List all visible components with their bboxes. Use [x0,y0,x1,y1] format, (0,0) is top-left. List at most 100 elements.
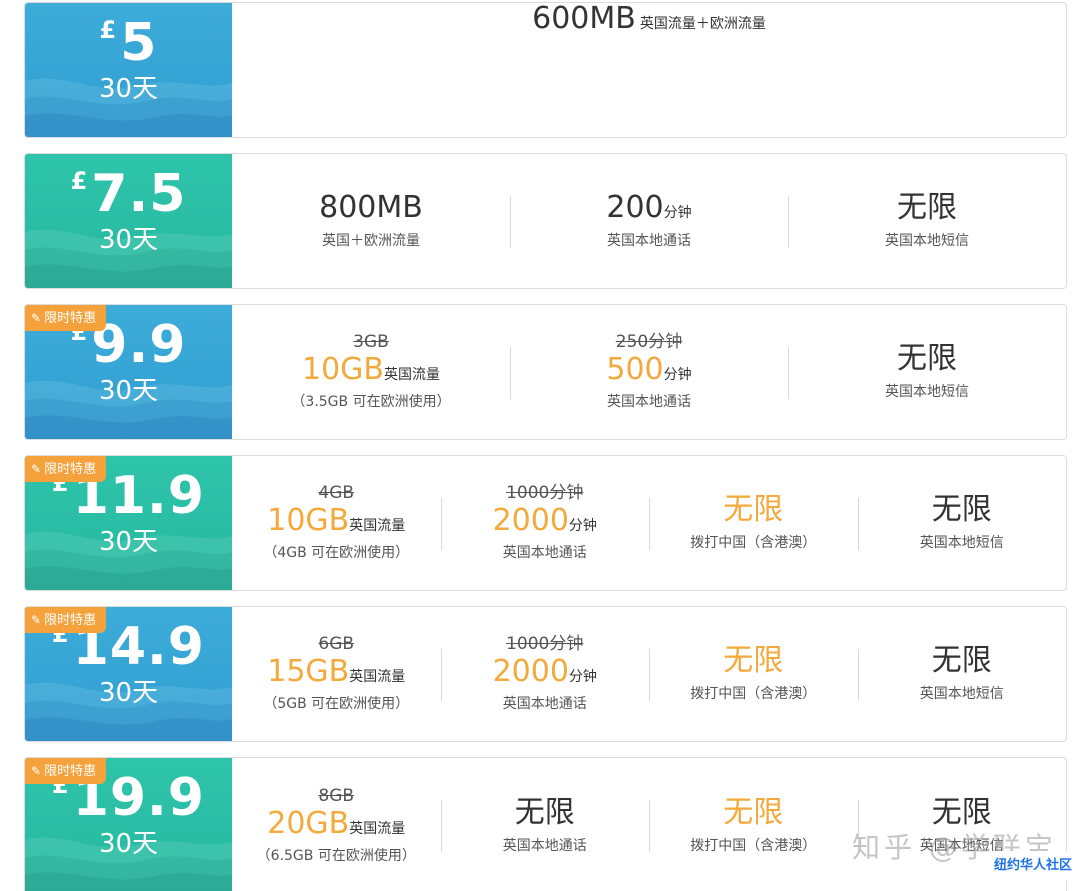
feature-unit: 分钟 [568,517,597,534]
feature-unit: 英国流量 [384,366,440,383]
feature-value: 2000 [492,653,569,689]
feature-label: 英国本地短信 [885,383,969,400]
feature-value: 无限 [514,795,575,831]
feature-value: 无限 [931,643,992,679]
plan-features: 8GB 20GB英国流量 （6.5GB 可在欧洲使用） 无限 英国本地通话 无限… [232,758,1066,891]
old-value: 4GB [318,482,355,503]
price-amount: £7.5 [70,164,187,224]
feature-value: 600MB [532,2,636,36]
feature-unit: 分钟 [568,668,597,685]
feature-value: 2000 [492,502,569,538]
feature-value: 无限 [897,190,957,226]
feature-minutes: 无限 英国本地通话 [440,758,650,891]
promo-badge: ✎ 限时特惠 [25,758,107,784]
feature-unit: 英国流量 [349,820,406,837]
feature-value: 20GB [267,805,350,841]
watermark-tag: 纽约华人社区 [990,851,1076,881]
feature-value: 无限 [897,341,957,377]
feature-label: 英国本地通话 [607,394,691,411]
old-value: 6GB [318,633,355,654]
old-value: 1000分钟 [506,633,584,654]
feature-label: 拨打中国（含港澳） [690,685,817,702]
feature-value: 10GB [301,351,384,387]
feature-value: 无限 [723,643,784,679]
feature-label: （4GB 可在欧洲使用） [263,545,410,562]
feature-value: 10GB [267,502,350,538]
feature-label: 英国＋欧洲流量 [322,232,420,249]
price-panel: ✎ 限时特惠 £9.9 30天 [25,305,232,439]
plan-duration: 30天 [98,225,159,255]
plan-features: 800MB 英国＋欧洲流量 200分钟 英国本地通话 无限 英国本地短信 [232,154,1066,288]
feature-data: 4GB 10GB英国流量 （4GB 可在欧洲使用） [232,456,441,590]
feature-value: 15GB [267,653,350,689]
feature-value: 无限 [723,795,784,831]
feature-label: （5GB 可在欧洲使用） [263,696,410,713]
feature-minutes: 1000分钟 2000分钟 英国本地通话 [440,607,650,741]
old-value: 3GB [353,331,389,352]
plan-duration: 30天 [98,829,159,859]
price-panel: ✎ 限时特惠 £14.9 30天 [25,607,232,741]
feature-minutes: 250分钟 500分钟 英国本地通话 [510,305,788,439]
feature-label: （3.5GB 可在欧洲使用） [291,394,451,411]
feature-label: 英国本地短信 [919,534,1004,551]
feature-sms: 无限 英国本地短信 [857,607,1067,741]
plan-card[interactable]: ✎ 限时特惠 £14.9 30天 6GB 15GB英国流量 （5GB 可在欧洲使用… [24,606,1067,742]
feature-minutes: 1000分钟 2000分钟 英国本地通话 [440,456,650,590]
feature-unit: 英国流量 [349,517,406,534]
feature-sms: 无限 英国本地短信 [788,305,1066,439]
plan-duration: 30天 [98,74,159,104]
feature-sms: 无限 英国本地短信 [857,456,1067,590]
feature-data: 800MB 英国＋欧洲流量 [232,154,510,288]
plan-card[interactable]: ✎ 限时特惠 £19.9 30天 8GB 20GB英国流量 （6.5GB 可在欧洲… [24,757,1067,891]
feature-label: 英国本地通话 [502,545,587,562]
feature-label: 英国本地短信 [885,232,969,249]
old-value: 1000分钟 [506,482,584,503]
plan-features: 4GB 10GB英国流量 （4GB 可在欧洲使用） 1000分钟 2000分钟 … [232,456,1066,590]
feature-value: 800MB [319,190,423,226]
feature-china-calls: 无限 拨打中国（含港澳） [649,758,858,891]
feature-unit: 分钟 [663,366,692,383]
feature-label: 英国本地通话 [502,837,587,854]
flame-icon: ✎ [31,462,42,476]
plan-card[interactable]: £7.5 30天 800MB 英国＋欧洲流量 200分钟 英国本地通话 无限 英… [24,153,1067,289]
plan-card[interactable]: ✎ 限时特惠 £11.9 30天 4GB 10GB英国流量 （4GB 可在欧洲使用… [24,455,1067,591]
plan-features: 600MB 英国流量＋欧洲流量 [232,3,1066,137]
feature-minutes: 200分钟 英国本地通话 [510,154,788,288]
plan-features: 3GB 10GB英国流量 （3.5GB 可在欧洲使用） 250分钟 500分钟 … [232,305,1066,439]
price-panel: £7.5 30天 [25,154,232,288]
old-value: 8GB [318,785,355,806]
feature-label: 英国本地通话 [502,696,587,713]
flame-icon: ✎ [31,613,42,627]
feature-value: 无限 [931,492,992,528]
feature-label: 英国本地通话 [607,232,691,249]
promo-badge: ✎ 限时特惠 [25,305,107,331]
feature-data: 3GB 10GB英国流量 （3.5GB 可在欧洲使用） [232,305,510,439]
feature-value: 无限 [931,795,992,831]
plan-card[interactable]: ✎ 限时特惠 £9.9 30天 3GB 10GB英国流量 （3.5GB 可在欧洲使… [24,304,1067,440]
feature-china-calls: 无限 拨打中国（含港澳） [649,607,858,741]
flame-icon: ✎ [31,311,42,325]
feature-china-calls: 无限 拨打中国（含港澳） [649,456,858,590]
feature-label: （6.5GB 可在欧洲使用） [256,848,416,865]
promo-badge: ✎ 限时特惠 [25,456,107,482]
price-amount: £5 [99,13,158,73]
feature-sms: 无限 英国本地短信 [788,154,1066,288]
feature-data: 8GB 20GB英国流量 （6.5GB 可在欧洲使用） [232,758,441,891]
plan-card[interactable]: £5 30天 600MB 英国流量＋欧洲流量 [24,2,1067,138]
price-panel: ✎ 限时特惠 £11.9 30天 [25,456,232,590]
price-panel: ✎ 限时特惠 £19.9 30天 [25,758,232,891]
feature-value: 无限 [723,492,784,528]
plan-list: £5 30天 600MB 英国流量＋欧洲流量 £7.5 30天 800MB 英国… [0,0,1080,891]
plan-duration: 30天 [98,527,159,557]
feature-unit: 分钟 [663,205,692,222]
feature-unit: 英国流量＋欧洲流量 [639,16,766,32]
promo-badge: ✎ 限时特惠 [25,607,107,633]
feature-value: 200 [606,190,664,226]
feature-data: 600MB 英国流量＋欧洲流量 [232,3,1066,137]
flame-icon: ✎ [31,764,42,778]
old-value: 250分钟 [615,331,683,352]
feature-unit: 英国流量 [349,668,406,685]
plan-duration: 30天 [98,376,159,406]
plan-features: 6GB 15GB英国流量 （5GB 可在欧洲使用） 1000分钟 2000分钟 … [232,607,1066,741]
feature-value: 500 [606,351,664,387]
